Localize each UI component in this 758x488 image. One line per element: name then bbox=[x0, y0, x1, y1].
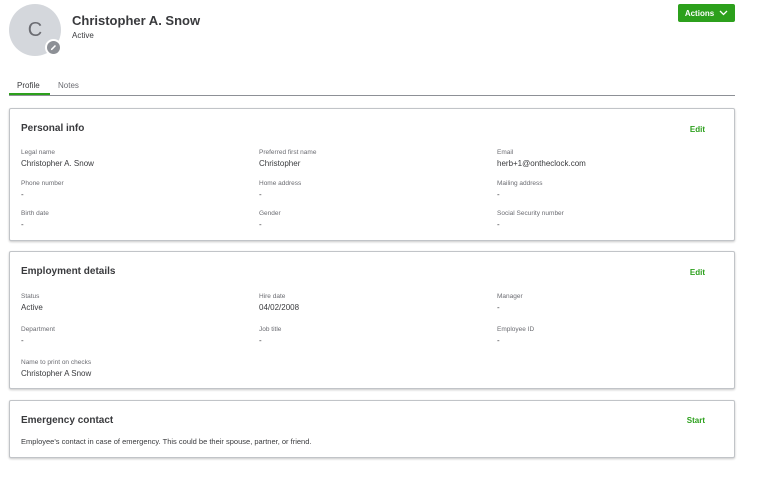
emergency-contact-start-button[interactable]: Start bbox=[687, 416, 705, 425]
emergency-contact-title: Emergency contact bbox=[21, 415, 114, 426]
personal-info-edit-button[interactable]: Edit bbox=[690, 125, 705, 134]
personal-info-title: Personal info bbox=[21, 123, 85, 134]
avatar-initial: C bbox=[27, 18, 43, 41]
field-employee-id: Employee ID - bbox=[497, 326, 534, 345]
employee-status: Active bbox=[72, 31, 94, 40]
field-value: Christopher A Snow bbox=[21, 369, 92, 378]
field-value: herb+1@ontheclock.com bbox=[497, 159, 586, 168]
field-label: Home address bbox=[259, 180, 302, 187]
field-value: - bbox=[497, 303, 500, 312]
field-label: Department bbox=[21, 326, 55, 333]
field-hire-date: Hire date 04/02/2008 bbox=[259, 293, 299, 312]
tab-notes[interactable]: Notes bbox=[58, 81, 79, 96]
field-label: Job title bbox=[259, 326, 282, 333]
field-value: - bbox=[497, 220, 500, 229]
field-social-security-number: Social Security number - bbox=[497, 210, 564, 229]
field-label: Legal name bbox=[21, 149, 55, 156]
field-mailing-address: Mailing address - bbox=[497, 180, 543, 199]
field-value: - bbox=[21, 190, 24, 199]
employment-details-card: Employment details Edit Status Active Hi… bbox=[9, 251, 735, 389]
active-tab-indicator bbox=[9, 93, 50, 95]
field-value: Active bbox=[21, 303, 43, 312]
actions-button[interactable]: Actions bbox=[678, 4, 735, 22]
field-email: Email herb+1@ontheclock.com bbox=[497, 149, 586, 168]
field-gender: Gender - bbox=[259, 210, 281, 229]
field-label: Preferred first name bbox=[259, 149, 317, 156]
field-value: Christopher A. Snow bbox=[21, 159, 94, 168]
field-label: Employee ID bbox=[497, 326, 535, 333]
avatar[interactable]: C bbox=[9, 4, 62, 56]
field-value: Christopher bbox=[259, 159, 301, 168]
field-birth-date: Birth date - bbox=[21, 210, 49, 229]
field-label: Manager bbox=[497, 293, 523, 300]
emergency-contact-card: Emergency contact Start Employee's conta… bbox=[9, 400, 735, 458]
emergency-contact-description: Employee's contact in case of emergency.… bbox=[21, 437, 312, 446]
field-job-title: Job title - bbox=[259, 326, 281, 345]
field-value: 04/02/2008 bbox=[259, 303, 300, 312]
field-home-address: Home address - bbox=[259, 180, 301, 199]
tab-bar: Profile Notes bbox=[9, 78, 735, 96]
field-label: Status bbox=[21, 293, 40, 300]
actions-label: Actions bbox=[684, 8, 715, 18]
field-manager: Manager - bbox=[497, 293, 523, 312]
employment-details-edit-button[interactable]: Edit bbox=[690, 268, 705, 277]
field-label: Phone number bbox=[21, 180, 64, 187]
employee-name: Christopher A. Snow bbox=[72, 13, 201, 28]
field-value: - bbox=[21, 220, 24, 229]
personal-info-card: Personal info Edit Legal name Christophe… bbox=[9, 108, 735, 241]
field-value: - bbox=[21, 336, 24, 345]
field-label: Name to print on checks bbox=[21, 359, 92, 366]
field-label: Gender bbox=[259, 210, 281, 217]
field-value: - bbox=[497, 336, 500, 345]
field-department: Department - bbox=[21, 326, 55, 345]
field-label: Mailing address bbox=[497, 180, 543, 187]
field-name-to-print-on-checks: Name to print on checks Christopher A Sn… bbox=[21, 359, 91, 378]
field-preferred-first-name: Preferred first name Christopher bbox=[259, 149, 316, 168]
field-phone-number: Phone number - bbox=[21, 180, 64, 199]
employment-details-title: Employment details bbox=[21, 266, 116, 277]
field-status: Status Active bbox=[21, 293, 43, 312]
field-legal-name: Legal name Christopher A. Snow bbox=[21, 149, 94, 168]
field-label: Email bbox=[497, 149, 514, 156]
field-label: Birth date bbox=[21, 210, 49, 217]
field-label: Hire date bbox=[259, 293, 286, 300]
field-label: Social Security number bbox=[497, 210, 564, 217]
chevron-down-icon bbox=[719, 10, 728, 16]
field-value: - bbox=[259, 220, 262, 229]
field-value: - bbox=[259, 190, 262, 199]
field-value: - bbox=[259, 336, 262, 345]
pencil-icon[interactable] bbox=[45, 39, 62, 56]
field-value: - bbox=[497, 190, 500, 199]
